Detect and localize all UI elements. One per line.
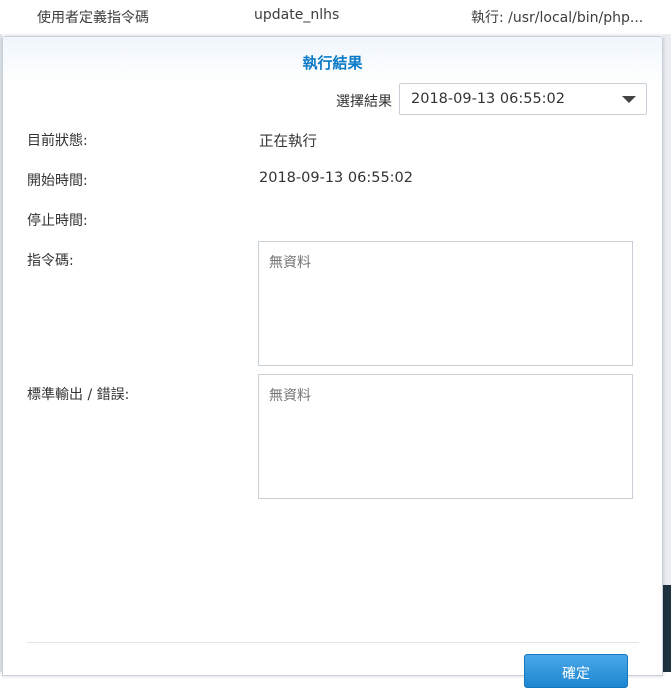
ok-button[interactable]: 確定 [524, 654, 628, 688]
output-label: 標準輸出 / 錯誤: [27, 387, 130, 403]
dialog-header: 執行結果 [3, 37, 662, 83]
start-time-label: 開始時間: [27, 173, 88, 189]
result-select-row: 選擇結果 2018-09-13 06:55:02 [327, 83, 647, 117]
task-name-cell: update_nlhs [254, 7, 340, 23]
result-select[interactable]: 2018-09-13 06:55:02 [399, 83, 647, 115]
status-label: 目前狀態: [27, 133, 88, 149]
task-type-cell: 使用者定義指令碼 [37, 10, 149, 26]
background-panel-right [663, 34, 671, 672]
run-result-dialog: 執行結果 選擇結果 2018-09-13 06:55:02 目前狀態: 正在執行… [2, 36, 663, 688]
task-list-row[interactable]: 使用者定義指令碼 update_nlhs 執行: /usr/local/bin/… [0, 0, 671, 34]
start-time-value: 2018-09-13 06:55:02 [259, 170, 413, 186]
chevron-down-icon[interactable] [622, 96, 636, 103]
task-command-cell: 執行: /usr/local/bin/php... [471, 10, 644, 26]
result-select-value: 2018-09-13 06:55:02 [411, 91, 565, 107]
command-textarea[interactable] [258, 241, 633, 366]
command-label: 指令碼: [27, 253, 74, 269]
footer-divider [27, 642, 639, 643]
stop-time-label: 停止時間: [27, 213, 88, 229]
result-select-label: 選擇結果 [336, 94, 392, 110]
output-textarea[interactable] [258, 374, 633, 499]
dialog-title: 執行結果 [302, 54, 363, 72]
status-value: 正在執行 [259, 134, 317, 150]
background-desktop [663, 585, 671, 672]
